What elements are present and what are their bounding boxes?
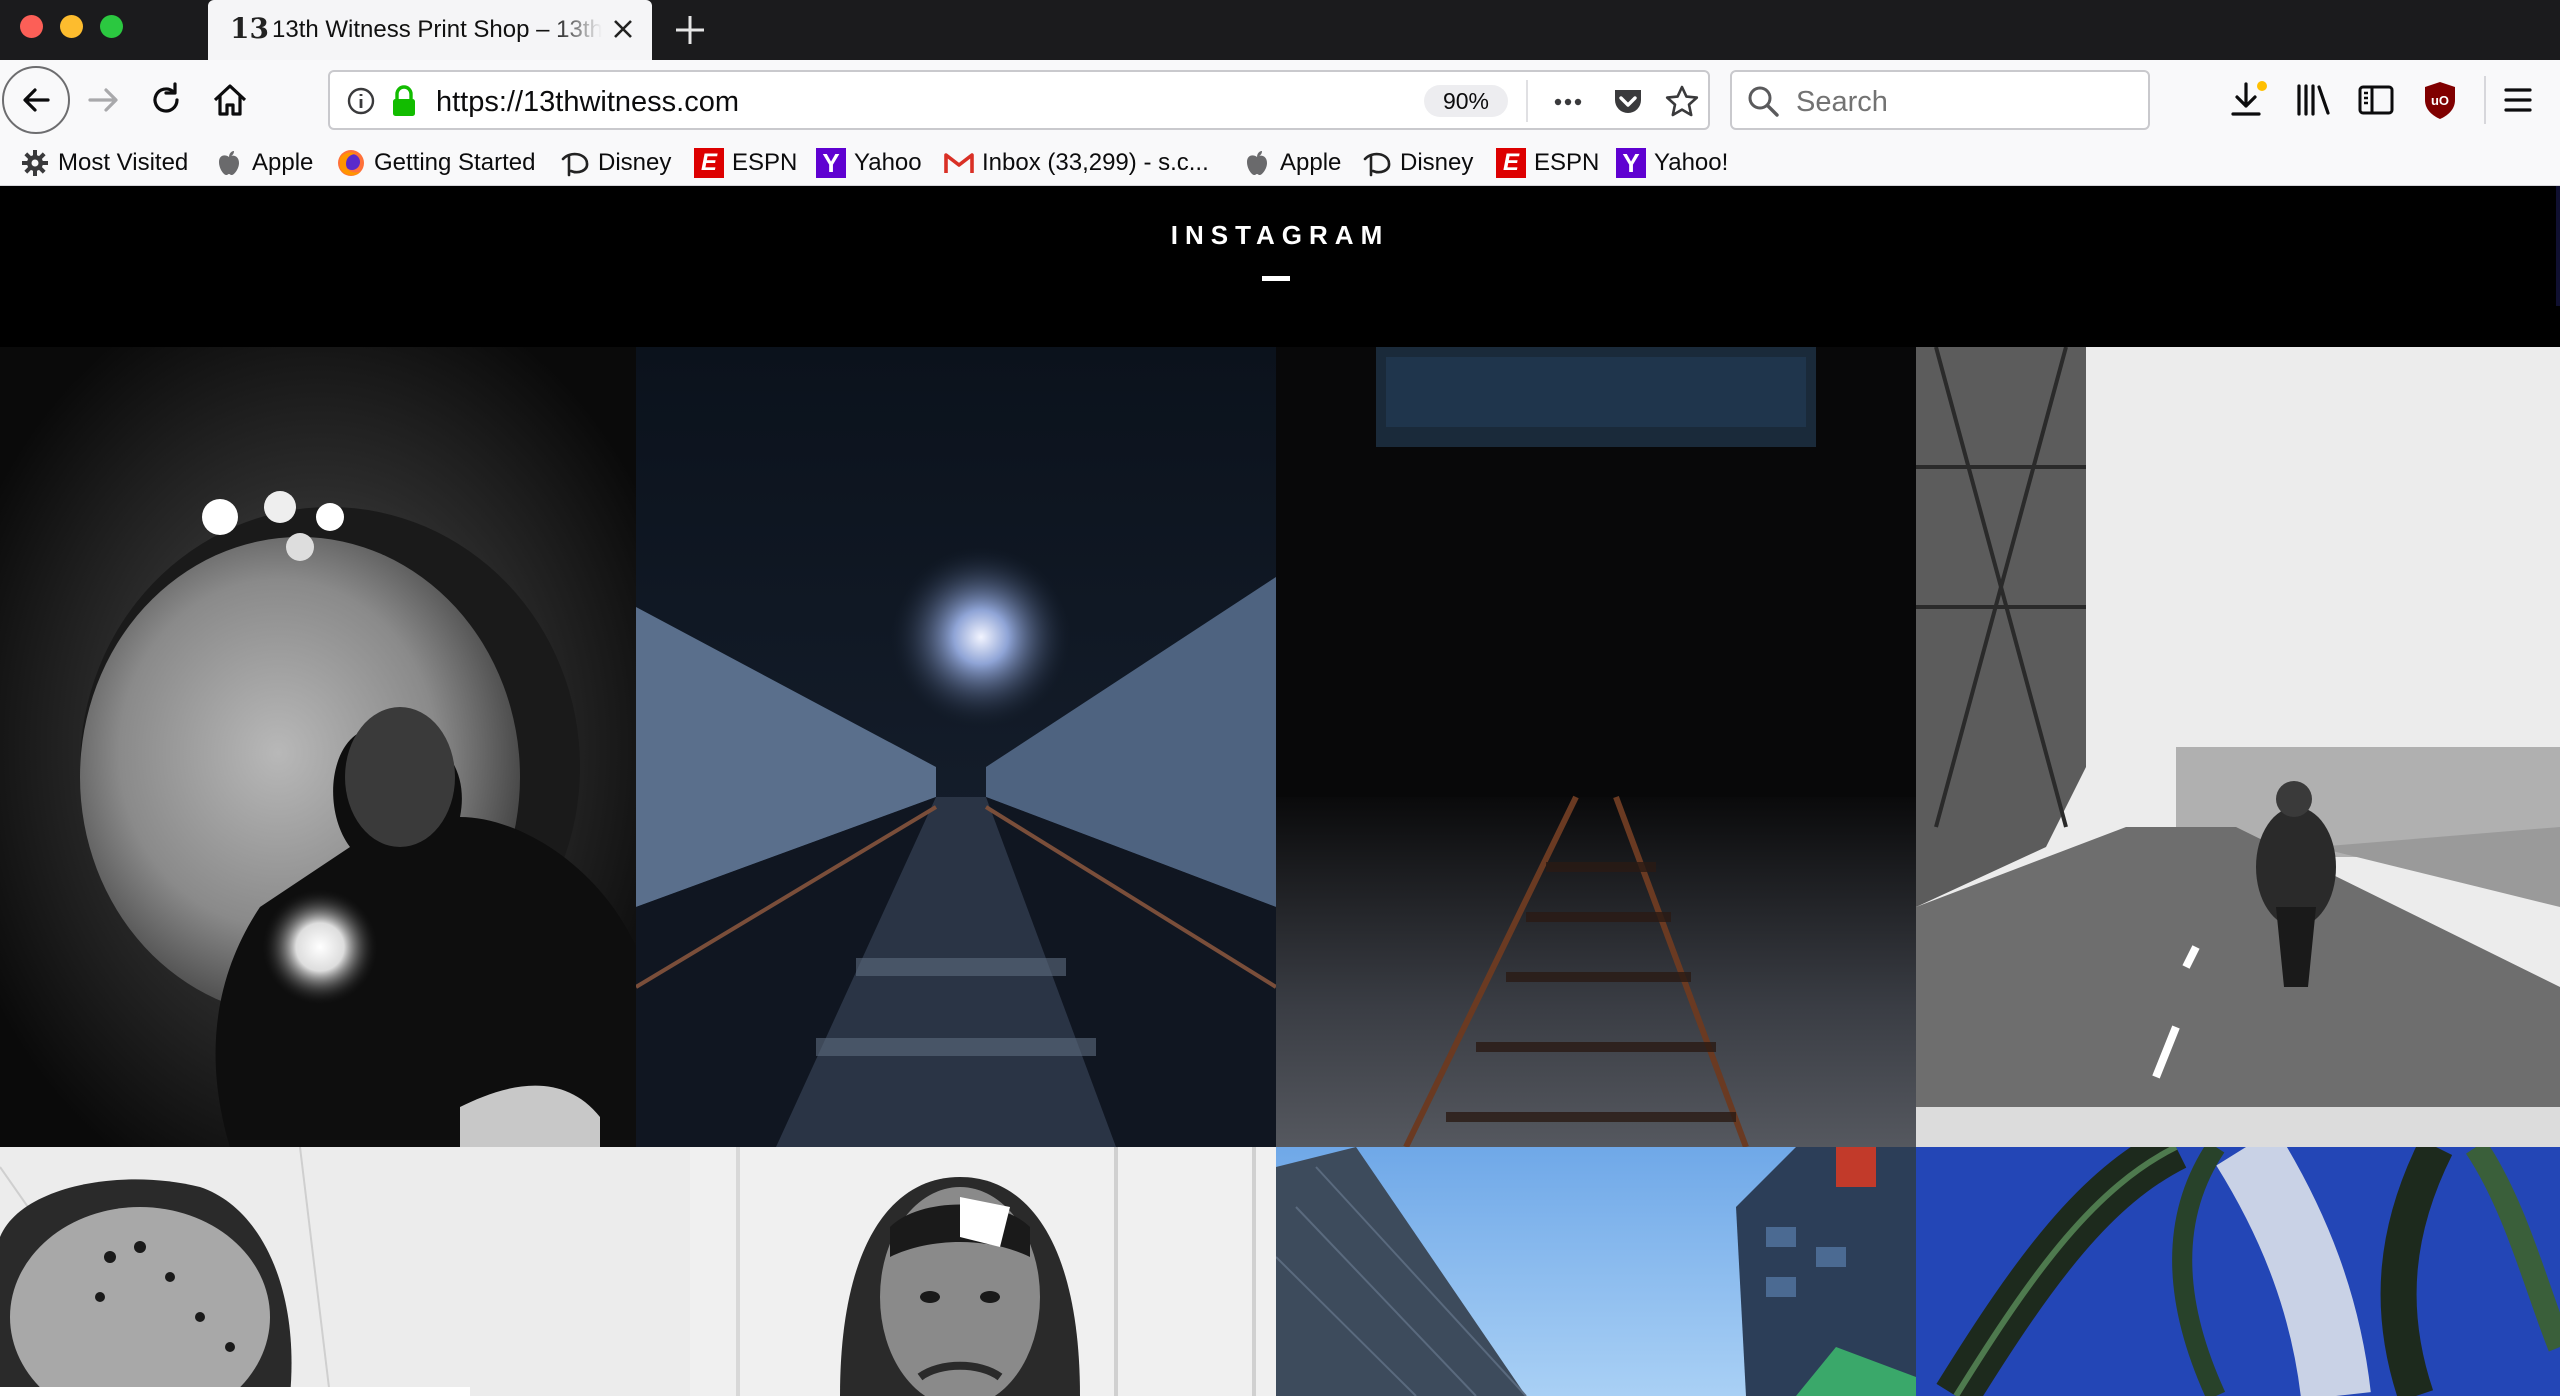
- bookmark-label: Apple: [252, 149, 314, 176]
- navigation-toolbar: https://13thwitness.com 90% Search uO: [0, 60, 2560, 140]
- instagram-photo-night-bridge-walkway[interactable]: [636, 347, 1276, 1147]
- gmail-icon: [944, 148, 974, 178]
- instagram-heading: INSTAGRAM: [1170, 220, 1390, 250]
- apple-icon: [1242, 148, 1272, 178]
- photo-image: [690, 1147, 1276, 1396]
- instagram-photo-dark-train-tracks[interactable]: [1276, 347, 1916, 1147]
- page-scrollbar[interactable]: [2556, 186, 2560, 306]
- bookmark-label: ESPN: [732, 149, 798, 176]
- url-text: https://13thwitness.com: [436, 86, 740, 118]
- espn-icon: E: [1496, 148, 1526, 178]
- zoom-window-button[interactable]: [100, 15, 123, 38]
- hamburger-menu-icon[interactable]: [2496, 78, 2540, 122]
- instagram-photo-portrait-in-pipe[interactable]: [0, 347, 636, 1147]
- tab-close-icon[interactable]: [608, 14, 638, 44]
- bookmarks-toolbar: Most Visited Apple Getting Started Disne…: [0, 140, 2560, 186]
- back-arrow-icon: [23, 88, 50, 112]
- disney-icon: [1362, 148, 1392, 178]
- bookmark-espn[interactable]: E ESPN: [694, 146, 797, 180]
- photo-image: [1916, 347, 2560, 1147]
- home-icon[interactable]: [208, 78, 252, 122]
- bookmark-label: ESPN: [1534, 149, 1600, 176]
- site-favicon-icon: 13: [230, 12, 269, 45]
- photo-image: [0, 347, 636, 1147]
- forward-arrow-icon[interactable]: [82, 78, 126, 122]
- instagram-photo-masked-figure[interactable]: [0, 1147, 690, 1396]
- bookmark-yahoo-2[interactable]: Y Yahoo!: [1616, 146, 1728, 180]
- yahoo-icon: Y: [816, 148, 846, 178]
- yahoo-icon: Y: [1616, 148, 1646, 178]
- bookmark-label: Yahoo!: [1654, 149, 1729, 176]
- photo-image: [636, 347, 1276, 1147]
- bookmark-apple-2[interactable]: Apple: [1242, 146, 1341, 180]
- back-button[interactable]: [2, 66, 70, 134]
- bookmark-disney-2[interactable]: Disney: [1362, 146, 1473, 180]
- bookmark-label: Getting Started: [374, 149, 536, 176]
- bookmark-label: Disney: [598, 149, 672, 176]
- reload-icon[interactable]: [144, 78, 188, 122]
- ublock-origin-icon[interactable]: uO: [2418, 78, 2462, 122]
- tab-title: 13th Witness Print Shop – 13thWitness: [272, 16, 602, 43]
- close-window-button[interactable]: [20, 15, 43, 38]
- gear-icon: [20, 148, 50, 178]
- search-icon: [1748, 86, 1779, 117]
- instagram-photo-hooded-man-portrait[interactable]: [690, 1147, 1276, 1396]
- photo-image: [1276, 347, 1916, 1147]
- active-tab[interactable]: 13 13th Witness Print Shop – 13thWitness: [208, 0, 652, 60]
- instagram-photo-highway-interchange-aerial[interactable]: [1916, 1147, 2560, 1396]
- bookmark-label: Apple: [1280, 149, 1342, 176]
- bookmark-getting-started[interactable]: Getting Started: [336, 146, 535, 180]
- bookmark-disney[interactable]: Disney: [560, 146, 671, 180]
- photo-image: [0, 1147, 690, 1396]
- library-icon[interactable]: [2292, 78, 2336, 122]
- pocket-icon[interactable]: [1610, 84, 1646, 120]
- bookmark-yahoo[interactable]: Y Yahoo: [816, 146, 922, 180]
- instagram-photo-cyclist-on-bridge[interactable]: [1916, 347, 2560, 1147]
- photo-image: [1916, 1147, 2560, 1396]
- bookmark-apple[interactable]: Apple: [214, 146, 313, 180]
- photo-image: [1276, 1147, 1916, 1396]
- tab-bar: 13 13th Witness Print Shop – 13thWitness: [0, 0, 2560, 60]
- search-placeholder: Search: [1796, 86, 1888, 118]
- page-content: INSTAGRAM: [0, 186, 2560, 1396]
- svg-text:uO: uO: [2431, 93, 2449, 108]
- minimize-window-button[interactable]: [60, 15, 83, 38]
- address-bar-divider: [1526, 80, 1528, 122]
- page-actions-icon[interactable]: [1550, 84, 1586, 120]
- sidebar-toggle-icon[interactable]: [2354, 78, 2398, 122]
- downloads-icon[interactable]: [2226, 78, 2270, 122]
- site-info-icon[interactable]: [346, 86, 376, 116]
- firefox-icon: [336, 148, 366, 178]
- search-bar[interactable]: Search: [1730, 70, 2150, 130]
- instagram-photo-skyscrapers-looking-up[interactable]: [1276, 1147, 1916, 1396]
- bookmark-espn-2[interactable]: E ESPN: [1496, 146, 1599, 180]
- bookmark-label: Yahoo: [854, 149, 922, 176]
- toolbar-divider: [2484, 76, 2486, 124]
- heading-underline: [1262, 276, 1290, 281]
- bookmark-star-icon[interactable]: [1664, 84, 1700, 120]
- bookmark-label: Disney: [1400, 149, 1474, 176]
- bookmark-label: Inbox (33,299) - s.c...: [982, 149, 1209, 176]
- secure-lock-icon[interactable]: [390, 84, 418, 118]
- bookmark-label: Most Visited: [58, 149, 189, 176]
- espn-icon: E: [694, 148, 724, 178]
- new-tab-icon[interactable]: [670, 10, 710, 50]
- zoom-level-badge[interactable]: 90%: [1424, 85, 1508, 117]
- disney-icon: [560, 148, 590, 178]
- bookmark-most-visited[interactable]: Most Visited: [20, 146, 188, 180]
- address-bar[interactable]: https://13thwitness.com 90%: [328, 70, 1710, 130]
- apple-icon: [214, 148, 244, 178]
- bookmark-gmail-inbox[interactable]: Inbox (33,299) - s.c...: [944, 146, 1209, 180]
